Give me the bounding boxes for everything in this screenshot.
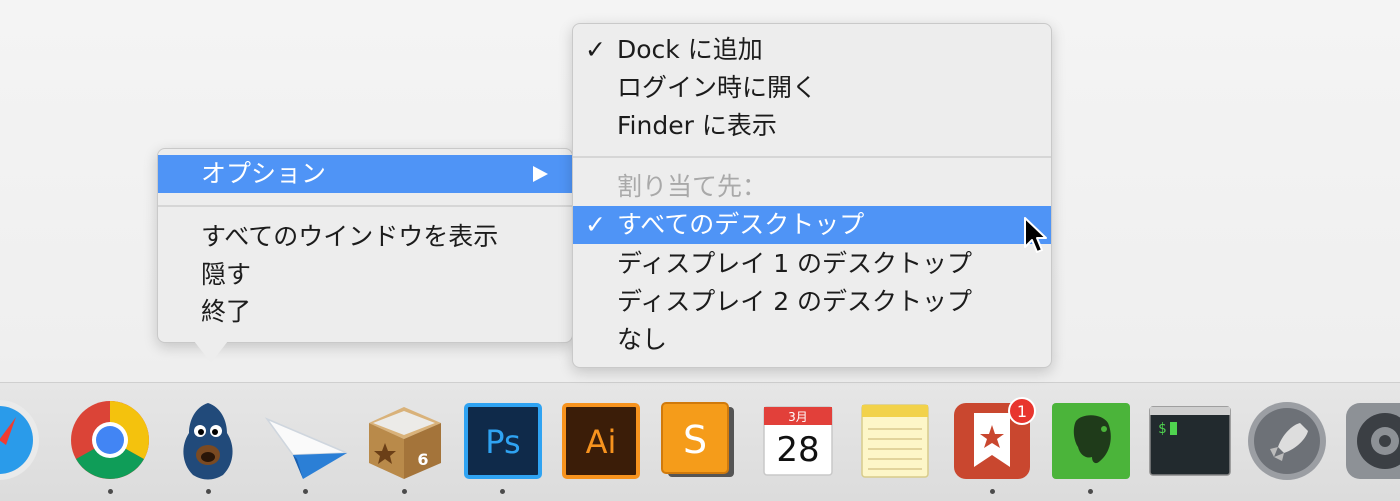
mouse-pointer-icon bbox=[1024, 217, 1047, 253]
calendar-day: 28 bbox=[776, 430, 819, 470]
dock: 6 Ps Ai S 3月 28 1 $ bbox=[0, 382, 1400, 501]
photoshop-label: Ps bbox=[485, 423, 520, 461]
system-preferences-gear-icon[interactable] bbox=[1342, 397, 1400, 483]
wunderlist-icon[interactable]: 1 bbox=[950, 397, 1036, 483]
submenu-item-none[interactable]: なし bbox=[573, 321, 1051, 359]
add-to-dock-label: Dock に追加 bbox=[617, 35, 763, 64]
calendar-icon[interactable]: 3月 28 bbox=[754, 397, 840, 483]
sketch-icon[interactable]: S bbox=[656, 397, 742, 483]
photoshop-icon[interactable]: Ps bbox=[460, 397, 546, 483]
menu-item-show-all-windows[interactable]: すべてのウインドウを表示 bbox=[158, 218, 572, 256]
notes-icon[interactable] bbox=[852, 397, 938, 483]
launchpad-rocket-icon[interactable] bbox=[1244, 397, 1330, 483]
assign-to-header: 割り当て先： bbox=[617, 172, 768, 201]
tweetbot-icon[interactable] bbox=[165, 397, 251, 483]
chrome-icon[interactable] bbox=[67, 397, 153, 483]
running-indicator bbox=[402, 489, 407, 494]
submenu-arrow-icon bbox=[533, 166, 548, 182]
mailbox-app-icon[interactable]: 6 bbox=[361, 397, 447, 483]
options-submenu: ✓ Dock に追加 ログイン時に開く Finder に表示 割り当て先： ✓ … bbox=[572, 23, 1052, 368]
running-indicator bbox=[1088, 489, 1093, 494]
submenu-item-show-in-finder[interactable]: Finder に表示 bbox=[573, 107, 1051, 145]
evernote-icon[interactable] bbox=[1048, 397, 1134, 483]
menu-separator bbox=[158, 205, 572, 207]
submenu-separator bbox=[573, 156, 1051, 158]
terminal-icon[interactable]: $ bbox=[1146, 397, 1232, 483]
notification-badge-count: 1 bbox=[1017, 402, 1027, 421]
menu-item-quit[interactable]: 終了 bbox=[158, 293, 572, 331]
illustrator-label: Ai bbox=[586, 423, 617, 461]
menu-item-options[interactable]: オプション bbox=[158, 155, 572, 193]
dock-context-menu: オプション すべてのウインドウを表示 隠す 終了 bbox=[157, 148, 573, 343]
checkmark-icon: ✓ bbox=[585, 210, 606, 239]
menu-item-hide[interactable]: 隠す bbox=[158, 256, 572, 294]
illustrator-icon[interactable]: Ai bbox=[558, 397, 644, 483]
submenu-item-open-at-login[interactable]: ログイン時に開く bbox=[573, 69, 1051, 107]
mailbox-badge-number: 6 bbox=[417, 450, 428, 469]
submenu-item-display1-desktop[interactable]: ディスプレイ 1 のデスクトップ bbox=[573, 245, 1051, 283]
submenu-item-all-desktops[interactable]: ✓ すべてのデスクトップ bbox=[573, 206, 1051, 244]
running-indicator bbox=[206, 489, 211, 494]
paper-plane-icon[interactable] bbox=[263, 397, 349, 483]
terminal-prompt: $ bbox=[1158, 421, 1166, 437]
running-indicator bbox=[990, 489, 995, 494]
running-indicator bbox=[108, 489, 113, 494]
sketch-label: S bbox=[683, 418, 707, 462]
running-indicator bbox=[500, 489, 505, 494]
submenu-item-display2-desktop[interactable]: ディスプレイ 2 のデスクトップ bbox=[573, 283, 1051, 321]
running-indicator bbox=[303, 489, 308, 494]
submenu-item-add-to-dock[interactable]: ✓ Dock に追加 bbox=[573, 31, 1051, 69]
calendar-month: 3月 bbox=[788, 410, 808, 424]
options-label: オプション bbox=[201, 159, 327, 188]
menu-pointer-tail bbox=[194, 341, 228, 363]
safari-icon[interactable] bbox=[0, 397, 42, 483]
all-desktops-label: すべてのデスクトップ bbox=[617, 210, 865, 239]
checkmark-icon: ✓ bbox=[585, 35, 606, 64]
